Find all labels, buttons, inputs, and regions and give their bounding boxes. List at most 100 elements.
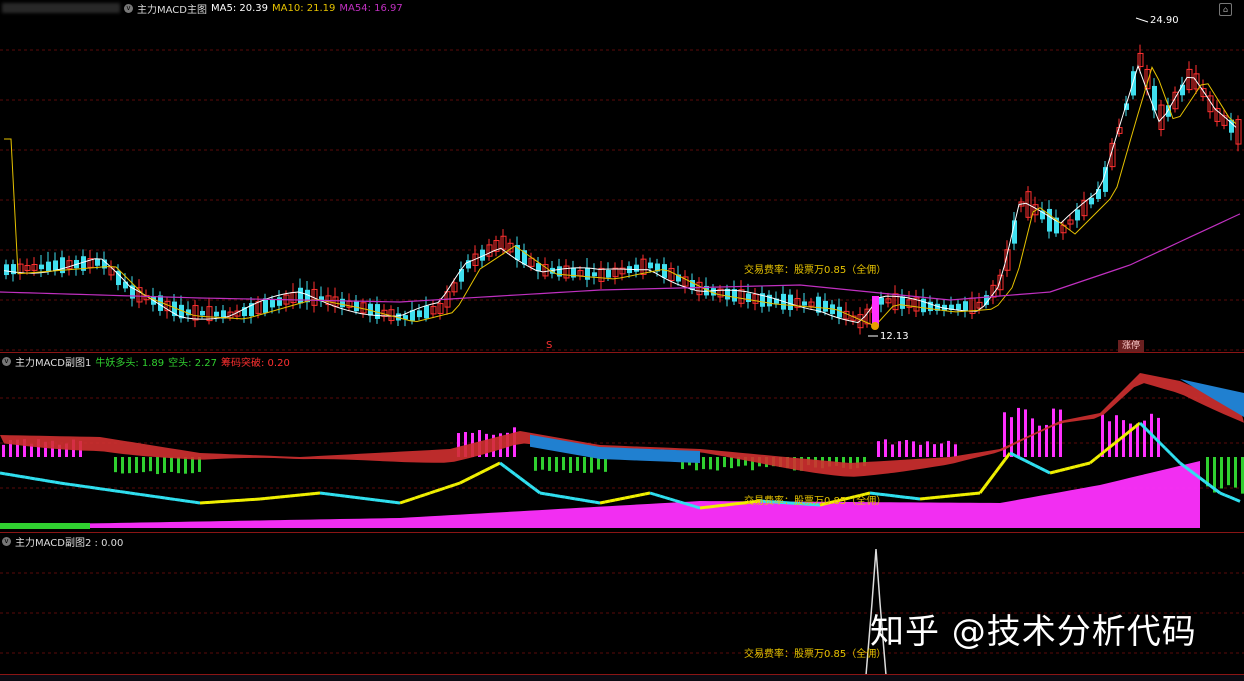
collapse-icon[interactable]: v — [124, 4, 133, 13]
main-legend: v 主力MACD主图 MA5: 20.39 MA10: 21.19 MA54: … — [2, 1, 403, 15]
candle-body — [879, 298, 884, 305]
trend-line-segment — [180, 500, 185, 501]
s-marker: S — [546, 340, 552, 351]
trend-line-segment — [565, 497, 570, 498]
trend-line-segment — [1080, 464, 1085, 465]
trend-line-segment — [690, 505, 695, 507]
trend-line-segment — [695, 507, 700, 509]
trend-line-segment — [105, 489, 110, 490]
sub-chart-1-panel[interactable]: v 主力MACD副图1 牛妖多头: 1.89 空头: 2.27 筹码突破: 0.… — [0, 352, 1244, 533]
trend-line-segment — [140, 494, 145, 495]
trend-line-segment — [515, 474, 520, 478]
trend-line-segment — [555, 496, 560, 497]
histogram-bar — [702, 457, 705, 469]
high-marker-line — [1136, 18, 1148, 22]
trend-line-segment — [135, 494, 140, 495]
trend-line-segment — [0, 473, 5, 474]
trend-line-segment — [685, 504, 690, 506]
trend-line-segment — [1085, 463, 1090, 464]
histogram-bar — [716, 457, 719, 470]
candle-body — [4, 264, 9, 275]
trend-line-segment — [285, 496, 290, 497]
trend-line-segment — [455, 483, 460, 485]
trend-line-segment — [395, 502, 400, 503]
trend-line-segment — [535, 489, 540, 493]
main-panel-title: 主力MACD主图 — [137, 1, 207, 16]
candle-body — [214, 312, 219, 317]
histogram-bar — [877, 441, 880, 457]
histogram-bar — [548, 457, 551, 471]
candle-body — [823, 301, 828, 312]
trend-line-segment — [505, 467, 510, 471]
trend-line-segment — [65, 484, 70, 485]
trend-line-segment — [25, 477, 30, 478]
trend-line-segment — [1020, 458, 1025, 461]
histogram-bar — [534, 457, 537, 471]
trend-line-segment — [125, 492, 130, 493]
trend-line-segment — [75, 485, 80, 486]
trend-line-segment — [435, 490, 440, 492]
trend-line-segment — [85, 487, 90, 488]
histogram-bar — [2, 445, 5, 457]
trend-line-segment — [975, 493, 980, 494]
trend-line-segment — [400, 501, 405, 503]
candle-body — [837, 307, 842, 318]
trend-line-segment — [1235, 499, 1240, 501]
macd-indicator-chart[interactable] — [0, 353, 1244, 533]
trend-line-segment — [1135, 423, 1140, 427]
histogram-bar — [1115, 415, 1118, 457]
trend-line-segment — [1075, 466, 1080, 467]
histogram-bar — [1059, 410, 1062, 457]
trend-line-segment — [955, 495, 960, 496]
trend-line-segment — [1040, 468, 1045, 471]
histogram-bar — [891, 444, 894, 457]
trend-line-segment — [185, 501, 190, 502]
trend-line-segment — [1205, 482, 1210, 486]
trend-line-segment — [940, 497, 945, 498]
trend-line-segment — [95, 488, 100, 489]
collapse-icon[interactable]: v — [2, 357, 11, 366]
candle-body — [95, 259, 100, 266]
trend-line-segment — [460, 481, 465, 484]
sub2-legend: v 主力MACD副图2 : 0.00 — [2, 534, 123, 548]
trend-line-segment — [670, 499, 675, 501]
home-icon[interactable]: ⌂ — [1219, 3, 1232, 16]
sub1-legend: v 主力MACD副图1 牛妖多头: 1.89 空头: 2.27 筹码突破: 0.… — [2, 354, 290, 368]
histogram-bar — [905, 440, 908, 457]
trend-line-segment — [320, 493, 325, 494]
trend-line-segment — [130, 493, 135, 494]
trend-line-segment — [525, 482, 530, 486]
trend-line-segment — [930, 498, 935, 499]
candle-body — [200, 311, 205, 315]
trend-line-segment — [410, 498, 415, 500]
trend-line-segment — [145, 495, 150, 496]
ma10-legend: MA10: 21.19 — [272, 3, 335, 14]
candlestick-chart[interactable] — [0, 0, 1244, 352]
ma5-legend: MA5: 20.39 — [211, 3, 268, 14]
histogram-bar — [1220, 457, 1223, 488]
trend-line-segment — [380, 501, 385, 502]
candle-body — [585, 268, 590, 280]
trend-line-segment — [645, 493, 650, 494]
candle-body — [298, 288, 303, 304]
bull-legend: 牛妖多头: 1.89 — [95, 354, 164, 369]
trend-line-segment — [425, 493, 430, 495]
bear-legend: 空头: 2.27 — [168, 354, 217, 369]
trend-line-segment — [15, 476, 20, 477]
histogram-bar — [1234, 457, 1237, 488]
trend-line-segment — [980, 486, 985, 493]
histogram-bar — [1157, 418, 1160, 457]
trend-line-segment — [945, 496, 950, 497]
trend-line-segment — [1065, 468, 1070, 469]
trend-line-segment — [990, 473, 995, 480]
histogram-bar — [569, 457, 572, 473]
trend-line-segment — [470, 476, 475, 479]
candle-body — [1047, 209, 1052, 232]
low-price-label: 12.13 — [880, 331, 909, 342]
candle-body — [1075, 210, 1080, 221]
trend-line-segment — [575, 499, 580, 500]
trend-line-segment — [895, 496, 900, 497]
main-chart-panel[interactable]: v 主力MACD主图 MA5: 20.39 MA10: 21.19 MA54: … — [0, 0, 1244, 352]
collapse-icon[interactable]: v — [2, 537, 11, 546]
trend-line-segment — [665, 498, 670, 500]
